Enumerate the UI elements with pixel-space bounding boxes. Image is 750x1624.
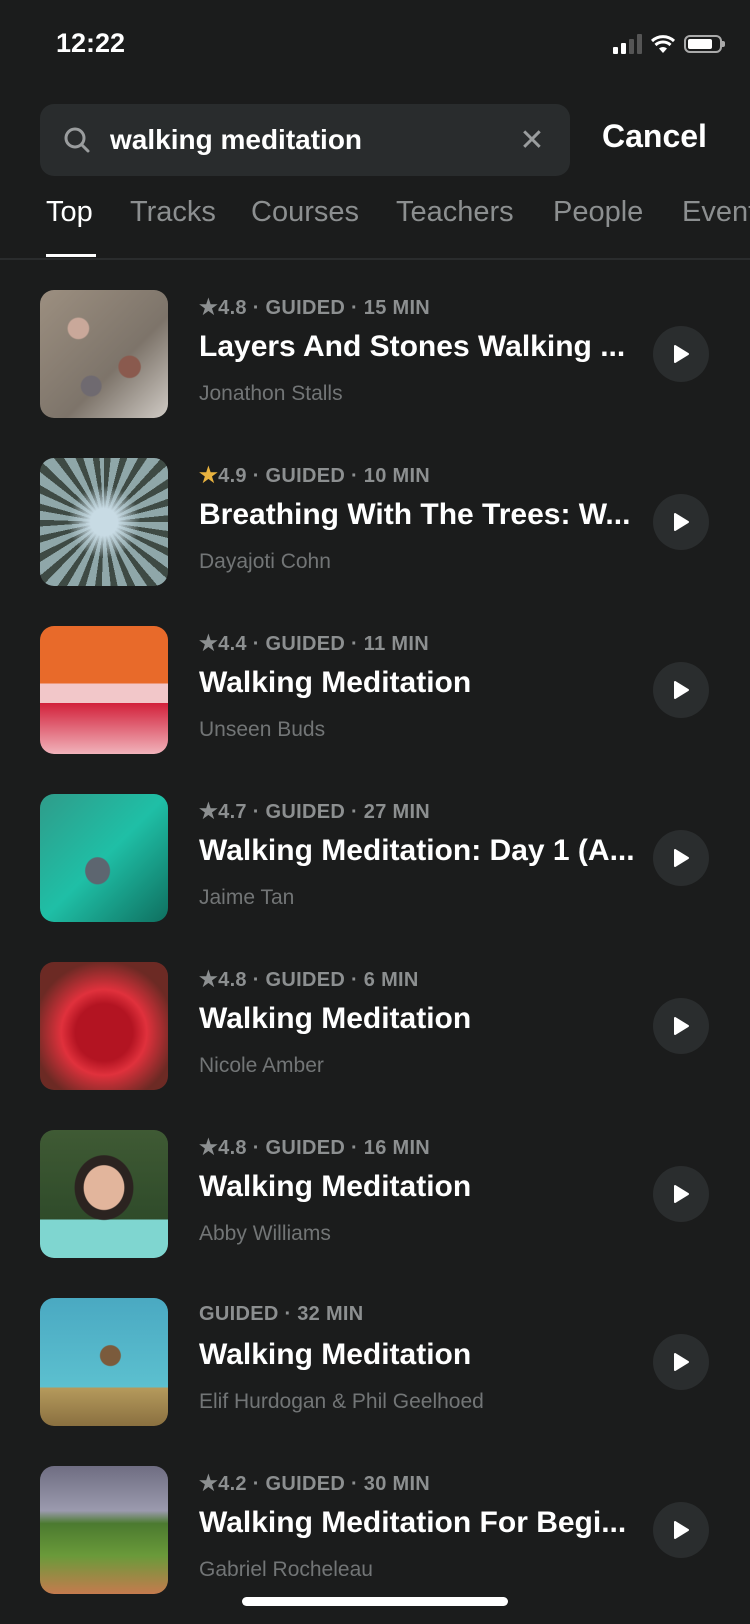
star-icon: ★ [199,1472,219,1495]
result-type-duration: GUIDED · 16 MIN [265,1137,431,1159]
play-icon [674,1017,689,1035]
star-icon: ★ [199,464,219,487]
star-icon: ★ [199,968,219,991]
result-title[interactable]: Walking Meditation [199,1170,471,1204]
result-type-duration: GUIDED · 6 MIN [265,969,419,991]
result-type-duration: GUIDED · 10 MIN [265,465,431,487]
play-button[interactable] [653,1334,709,1390]
play-button[interactable] [653,830,709,886]
tab-events[interactable]: Events [682,196,750,229]
play-icon [674,1185,689,1203]
close-icon: ✕ [519,123,545,157]
result-rating: 4.7 [218,801,247,823]
clear-search-button[interactable]: ✕ [512,120,552,160]
result-row[interactable]: GUIDED · 32 MIN Walking Meditation Elif Hu… [0,1298,750,1426]
result-type-duration: GUIDED · 32 MIN [199,1303,364,1325]
play-icon [674,849,689,867]
play-icon [674,681,689,699]
result-meta: ★4.8 · GUIDED · 6 MIN [199,968,419,991]
result-author[interactable]: Elif Hurdogan & Phil Geelhoed [199,1390,484,1414]
result-thumbnail [40,290,168,418]
result-type-duration: GUIDED · 11 MIN [265,633,429,655]
result-thumbnail [40,1130,168,1258]
result-rating: 4.2 [218,1473,247,1495]
result-type-duration: GUIDED · 27 MIN [265,801,431,823]
play-button[interactable] [653,326,709,382]
result-type-duration: GUIDED · 15 MIN [265,297,431,319]
home-indicator[interactable] [242,1597,508,1606]
result-meta: ★4.7 · GUIDED · 27 MIN [199,800,431,823]
result-meta: ★4.2 · GUIDED · 30 MIN [199,1472,431,1495]
search-input[interactable] [108,123,512,157]
result-row[interactable]: ★4.8 · GUIDED · 15 MIN Layers And Stones … [0,290,750,418]
play-icon [674,1353,689,1371]
result-title[interactable]: Walking Meditation [199,1002,471,1036]
play-icon [674,513,689,531]
result-rating: 4.8 [218,297,247,319]
active-tab-indicator [46,254,96,257]
result-meta: ★4.8 · GUIDED · 15 MIN [199,296,431,319]
result-row[interactable]: ★4.8 · GUIDED · 6 MIN Walking Meditation N… [0,962,750,1090]
result-author[interactable]: Gabriel Rocheleau [199,1558,373,1582]
result-type-duration: GUIDED · 30 MIN [265,1473,431,1495]
play-icon [674,1521,689,1539]
status-time: 12:22 [56,28,126,58]
tab-teachers[interactable]: Teachers [396,196,514,229]
result-author[interactable]: Nicole Amber [199,1054,324,1078]
result-title[interactable]: Walking Meditation For Begi... [199,1506,626,1540]
result-row[interactable]: ★4.4 · GUIDED · 11 MIN Walking Meditation… [0,626,750,754]
result-title[interactable]: Walking Meditation [199,666,471,700]
result-author[interactable]: Jonathon Stalls [199,382,343,406]
result-row[interactable]: ★4.9 · GUIDED · 10 MIN Breathing With The… [0,458,750,586]
tab-tracks[interactable]: Tracks [130,196,216,229]
result-rating: 4.8 [218,1137,247,1159]
star-icon: ★ [199,296,219,319]
play-button[interactable] [653,1502,709,1558]
result-rating: 4.8 [218,969,247,991]
result-meta: ★4.8 · GUIDED · 16 MIN [199,1136,431,1159]
result-row[interactable]: ★4.7 · GUIDED · 27 MIN Walking Meditation… [0,794,750,922]
wifi-icon [650,35,676,53]
result-meta: GUIDED · 32 MIN [199,1303,364,1326]
result-thumbnail [40,1466,168,1594]
tab-people[interactable]: People [553,196,643,229]
result-author[interactable]: Abby Williams [199,1222,331,1246]
result-thumbnail [40,794,168,922]
star-icon: ★ [199,800,219,823]
play-button[interactable] [653,1166,709,1222]
result-thumbnail [40,1298,168,1426]
play-button[interactable] [653,494,709,550]
play-button[interactable] [653,998,709,1054]
result-author[interactable]: Unseen Buds [199,718,325,742]
result-meta: ★4.9 · GUIDED · 10 MIN [199,464,431,487]
result-title[interactable]: Walking Meditation: Day 1 (A... [199,834,635,868]
result-rating: 4.9 [218,465,247,487]
play-button[interactable] [653,662,709,718]
star-icon: ★ [199,632,219,655]
result-thumbnail [40,458,168,586]
search-tabs: Top Tracks Courses Teachers People Event… [0,190,750,260]
search-bar[interactable]: ✕ [40,104,570,176]
result-row[interactable]: ★4.2 · GUIDED · 30 MIN Walking Meditation… [0,1466,750,1594]
result-title[interactable]: Walking Meditation [199,1338,471,1372]
battery-icon [684,35,725,53]
result-thumbnail [40,962,168,1090]
result-thumbnail [40,626,168,754]
play-icon [674,345,689,363]
cellular-signal-icon [613,34,642,54]
result-title[interactable]: Breathing With The Trees: W... [199,498,630,532]
cancel-button[interactable]: Cancel [602,118,707,155]
tab-top[interactable]: Top [46,196,93,229]
star-icon: ★ [199,1136,219,1159]
result-author[interactable]: Jaime Tan [199,886,294,910]
search-icon [64,127,90,153]
result-title[interactable]: Layers And Stones Walking ... [199,330,625,364]
tab-courses[interactable]: Courses [251,196,359,229]
result-rating: 4.4 [218,633,247,655]
result-author[interactable]: Dayajoti Cohn [199,550,331,574]
result-row[interactable]: ★4.8 · GUIDED · 16 MIN Walking Meditation… [0,1130,750,1258]
result-meta: ★4.4 · GUIDED · 11 MIN [199,632,429,655]
